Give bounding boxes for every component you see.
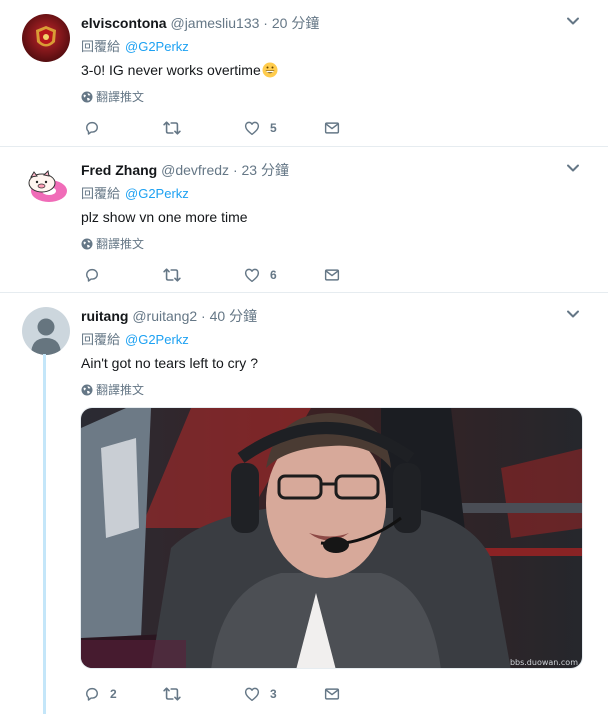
- reply-button[interactable]: [83, 265, 110, 285]
- envelope-icon: [324, 269, 340, 281]
- tweet-text: 3-0! IG never works overtime: [81, 61, 278, 79]
- watermark: bbs.duowan.com: [510, 658, 578, 667]
- default-profile-avatar: [22, 307, 70, 355]
- chevron-down-icon[interactable]: [566, 16, 580, 26]
- globe-icon: [81, 91, 93, 103]
- reply-icon: [86, 268, 98, 282]
- media-photo[interactable]: bbs.duowan.com: [80, 407, 583, 669]
- replying-to: 回覆給 @G2Perkz: [81, 38, 189, 56]
- retweet-button[interactable]: [162, 118, 191, 138]
- direct-message-button[interactable]: [323, 118, 341, 138]
- grinning-face-icon: [262, 62, 278, 78]
- like-count: 3: [270, 687, 277, 701]
- tweet-actions: 5: [81, 118, 381, 138]
- tweet[interactable]: elviscontona @jamesliu133 · 20 分鐘 回覆給 @G2…: [0, 0, 608, 147]
- replying-to: 回覆給 @G2Perkz: [81, 185, 189, 203]
- translate-label: 翻譯推文: [96, 383, 145, 397]
- heart-icon: [244, 268, 260, 283]
- mention-link[interactable]: @G2Perkz: [125, 39, 189, 54]
- reply-count: 2: [110, 687, 117, 701]
- reply-button[interactable]: 2: [83, 684, 117, 704]
- envelope-icon: [324, 122, 340, 134]
- direct-message-button[interactable]: [323, 265, 341, 285]
- separator-dot: ·: [201, 308, 206, 324]
- mention-link[interactable]: @G2Perkz: [125, 186, 189, 201]
- heart-icon: [244, 121, 260, 136]
- separator-dot: ·: [232, 162, 238, 178]
- retweet-icon: [163, 121, 181, 135]
- envelope-icon: [324, 688, 340, 700]
- retweet-button[interactable]: [162, 265, 191, 285]
- like-button[interactable]: 5: [243, 118, 277, 138]
- translate-label: 翻譯推文: [96, 237, 145, 251]
- avatar[interactable]: [22, 14, 70, 62]
- retweet-icon: [163, 268, 181, 282]
- like-button[interactable]: 6: [243, 265, 277, 285]
- timestamp[interactable]: 23 分鐘: [242, 162, 289, 178]
- reply-label: 回覆給: [81, 332, 121, 347]
- chevron-down-icon[interactable]: [566, 163, 580, 173]
- tweet-header: elviscontona @jamesliu133 · 20 分鐘: [81, 14, 319, 32]
- chevron-down-icon[interactable]: [566, 309, 580, 319]
- reply-button[interactable]: [83, 118, 110, 138]
- timestamp[interactable]: 20 分鐘: [272, 15, 319, 31]
- direct-message-button[interactable]: [323, 684, 341, 704]
- retweet-icon: [163, 687, 181, 701]
- globe-icon: [81, 384, 93, 396]
- avatar[interactable]: [22, 161, 70, 209]
- heart-icon: [244, 687, 260, 702]
- reply-label: 回覆給: [81, 39, 121, 54]
- mention-link[interactable]: @G2Perkz: [125, 332, 189, 347]
- like-button[interactable]: 3: [243, 684, 277, 704]
- tweet[interactable]: Fred Zhang @devfredz · 23 分鐘 回覆給 @G2Perkz…: [0, 147, 608, 293]
- display-name[interactable]: Fred Zhang: [81, 162, 157, 178]
- tweet-actions: 6: [81, 265, 381, 285]
- user-handle[interactable]: @devfredz: [161, 162, 229, 178]
- globe-icon: [81, 238, 93, 250]
- display-name[interactable]: elviscontona: [81, 15, 167, 31]
- like-count: 5: [270, 121, 277, 135]
- translate-tweet-link[interactable]: 翻譯推文: [81, 382, 144, 398]
- thread-line: [43, 354, 46, 714]
- user-handle[interactable]: @jamesliu133: [170, 15, 259, 31]
- user-handle[interactable]: @ruitang2: [132, 308, 197, 324]
- tweet-header: Fred Zhang @devfredz · 23 分鐘: [81, 161, 289, 179]
- tweet-text: plz show vn one more time: [81, 209, 248, 225]
- tweet-text-body: 3-0! IG never works overtime: [81, 62, 261, 78]
- reply-label: 回覆給: [81, 186, 121, 201]
- display-name[interactable]: ruitang: [81, 308, 128, 324]
- like-count: 6: [270, 268, 277, 282]
- reply-icon: [86, 121, 98, 135]
- team-logo-avatar: [22, 14, 70, 62]
- tweet-text: Ain't got no tears left to cry ?: [81, 355, 258, 371]
- crying-player-photo: bbs.duowan.com: [81, 408, 582, 668]
- translate-tweet-link[interactable]: 翻譯推文: [81, 89, 144, 105]
- translate-label: 翻譯推文: [96, 90, 145, 104]
- reply-icon: [86, 687, 98, 701]
- timestamp[interactable]: 40 分鐘: [210, 308, 257, 324]
- pig-donut-avatar: [22, 161, 70, 209]
- separator-dot: ·: [263, 15, 268, 31]
- replying-to: 回覆給 @G2Perkz: [81, 331, 189, 349]
- tweet-header: ruitang @ruitang2 · 40 分鐘: [81, 307, 257, 325]
- retweet-button[interactable]: [162, 684, 191, 704]
- avatar[interactable]: [22, 307, 70, 355]
- tweet-actions: 2 3: [81, 684, 381, 704]
- translate-tweet-link[interactable]: 翻譯推文: [81, 236, 144, 252]
